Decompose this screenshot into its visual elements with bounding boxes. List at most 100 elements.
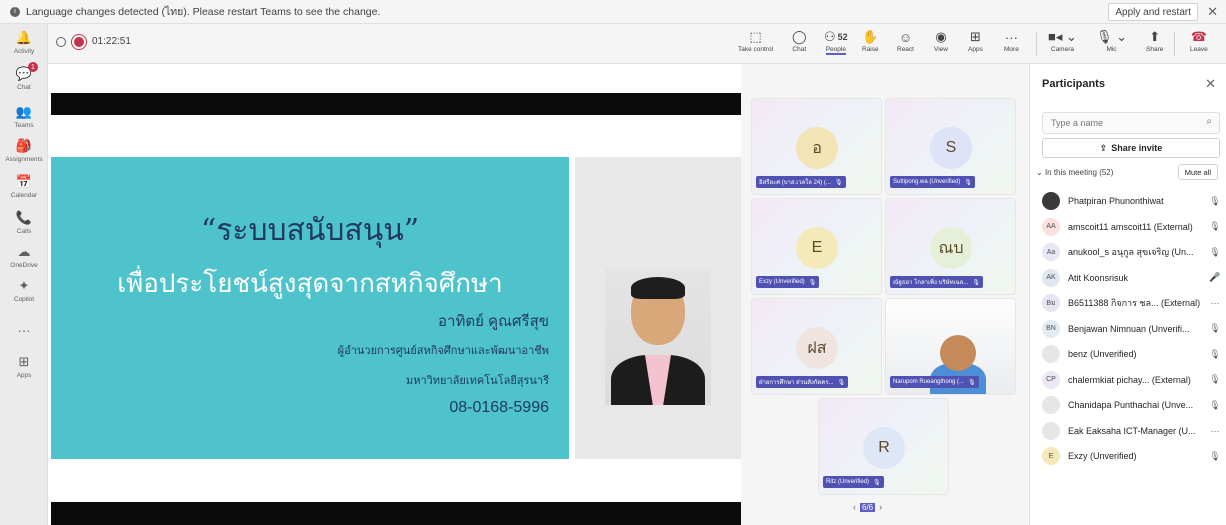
more-options-icon[interactable]: ··· [1208,426,1222,436]
chat-button[interactable]: ◯ Chat [792,28,807,60]
camera-button[interactable]: ■◂ ⌄ Camera [1048,28,1077,60]
raise-hand-button[interactable]: ✋ Raise [862,28,879,60]
unread-badge: 1 [28,62,38,72]
participant-name: Eak Eaksaha ICT-Manager (U... [1068,425,1196,436]
react-button[interactable]: ☺ React [897,28,914,60]
rail-item-label: Apps [16,372,32,379]
rail-item-onedrive[interactable]: ☁ OneDrive [0,244,48,280]
phone-icon: 📞 [15,210,33,225]
apply-restart-button[interactable]: Apply and restart [1108,3,1198,21]
participant-row[interactable]: Bม B6511388 กิจการ ชล... (External) ··· [1042,291,1222,315]
cloud-icon: ☁ [17,244,31,259]
participant-row[interactable]: E Exzy (Unverified) 🎙 [1042,444,1222,468]
letterbox-top [51,93,741,115]
video-tile[interactable]: E Exzy (Unverified) 🎙 [751,198,882,295]
rail-item-label: Assignments [5,156,43,163]
video-tile[interactable]: Narupom Rueangthong (... 🎙 [885,298,1016,395]
toolbar-divider [1174,32,1175,56]
participant-row[interactable]: Phatpiran Phunonthiwat 🎙 [1042,189,1222,213]
slide-photo-panel [575,157,741,459]
assignments-icon: 🎒 [15,138,33,153]
mic-off-icon: 🎙 [1209,323,1221,333]
recording-icon [74,36,84,47]
slide-presenter: อาทิตย์ คูณศรีสุข [438,313,549,330]
video-tile[interactable]: ณบ ณัฐธยา โกลาเพิ่ง บริษัทเฉล... 🎙 [885,198,1016,295]
view-button[interactable]: ◉ View [934,28,948,60]
people-icon: ⚇ 52 [824,29,848,44]
people-count: 52 [837,32,848,42]
participant-search-input[interactable] [1042,112,1220,134]
share-button[interactable]: ⬆ Share [1146,28,1163,60]
more-button[interactable]: ··· More [1004,28,1019,60]
hangup-icon: ☎ [1190,29,1207,44]
participant-row[interactable]: benz (Unverified) 🎙 [1042,342,1222,366]
participant-row[interactable]: Aa anukool_s อนุกูล สุขเจริญ (Un... 🎙 [1042,240,1222,264]
participant-row[interactable]: BN Benjawan Nimnuan (Unverifi... 🎙 [1042,317,1222,341]
avatar: Bม [1042,294,1060,312]
close-icon[interactable]: ✕ [1207,4,1218,20]
mic-button[interactable]: 🎙 ⌄ Mic [1096,28,1127,60]
search-icon: ⌕ [1206,116,1212,127]
rail-item-teams[interactable]: 👥 Teams [0,104,48,140]
participant-row[interactable]: CP chalermkiat pichay... (External) 🎙 [1042,368,1222,392]
apps-button[interactable]: ⊞ Apps [968,28,983,60]
participant-row[interactable]: Chanidapa Punthachai (Unve... 🎙 [1042,393,1222,417]
video-tile[interactable]: ฝส ฝ่ายการศึกษา ส่วนสังกัดคร... 🎙 [751,298,882,395]
letterbox-bottom [51,502,741,525]
language-notification-bar: i Language changes detected (ไทย). Pleas… [0,0,1226,24]
rail-item-label: Activity [13,48,35,55]
plus-icon: ⊞ [969,29,981,44]
participant-name: Exzy (Unverified) [759,279,805,285]
rail-item-chat[interactable]: 💬 1 Chat [0,62,48,102]
participant-name: Exzy (Unverified) [1068,451,1137,461]
participant-avatar: E [796,227,838,269]
rail-item-assignments[interactable]: 🎒 Assignments [0,138,48,174]
leave-button[interactable]: ☎ Leave [1190,28,1208,60]
rail-item-calls[interactable]: 📞 Calls [0,210,48,246]
slide-position: ผู้อำนวยการศูนย์สหกิจศึกษาและพัฒนาอาชีพ [337,345,549,357]
participant-name: Benjawan Nimnuan (Unverifi... [1068,323,1190,334]
take-control-icon: ⬚ [749,29,762,44]
participant-row[interactable]: Eak Eaksaha ICT-Manager (U... ··· [1042,419,1222,443]
bell-icon: 🔔 [15,30,33,45]
mic-off-icon: 🎙 [968,379,976,386]
participant-name-tag: Exzy (Unverified) 🎙 [756,276,820,288]
mic-off-icon: 🎙 [837,379,846,386]
take-control-button[interactable]: ⬚ Take control [738,28,773,60]
rail-item-label: OneDrive [10,262,38,269]
participant-name-tag: Narupom Rueangthong (... 🎙 [890,376,979,388]
app-rail: 🔔 Activity 💬 1 Chat 👥 Teams 🎒 Assignments 📅 Calend… [0,24,48,525]
close-icon[interactable]: ✕ [1205,76,1216,92]
chevron-right-icon[interactable]: › [879,502,882,512]
avatar [1042,421,1060,440]
rail-item-activity[interactable]: 🔔 Activity [0,30,48,66]
avatar [1042,192,1060,210]
chat-icon: 💬 1 [16,62,38,82]
video-tile[interactable]: S Suttipong.wa (Unverified) 🎙 [885,98,1016,195]
participant-name: Chanidapa Punthachai (Unve... [1068,400,1194,410]
participants-panel: Participants ✕ ⌕ ⇪ Share invite ⌄ In thi… [1029,64,1226,525]
rail-item-copilot[interactable]: ✦ Copilot [0,278,48,314]
meeting-status: 01:22:51 [56,36,131,47]
rail-item-label: Calls [16,228,32,235]
more-options-icon[interactable]: ··· [1208,298,1222,308]
mute-all-button[interactable]: Mute all [1177,164,1218,180]
gallery-pager: ‹ 6/6 › [853,502,882,512]
avatar [1042,345,1060,363]
rail-item-more[interactable]: ··· [0,322,48,358]
video-tile[interactable]: ออิสรียะศ (บาส.เวลใล 24) (... 🎙 [751,98,882,195]
participant-avatar: อ [796,127,838,169]
rail-item-calendar[interactable]: 📅 Calendar [0,174,48,210]
smiley-icon: ☺ [898,29,913,45]
chevron-left-icon[interactable]: ‹ [853,502,856,512]
video-tile[interactable]: R Ritz (Unverified) 🎙 [818,398,949,495]
share-invite-button[interactable]: ⇪ Share invite [1042,138,1220,158]
mic-off-icon: 🎙 [1209,221,1221,231]
in-meeting-section-toggle[interactable]: ⌄ In this meeting (52) [1036,168,1113,177]
participant-row[interactable]: AK Atit Koonsrisuk 🎤 [1042,266,1222,290]
people-button[interactable]: ⚇ 52 People [824,28,848,60]
rail-item-apps[interactable]: ⊞ Apps [0,354,48,390]
participant-row[interactable]: AA amscoit11 amscoit11 (External) 🎙 [1042,215,1222,239]
chevron-down-icon: ⌄ [1036,168,1045,177]
shield-icon [56,36,66,47]
